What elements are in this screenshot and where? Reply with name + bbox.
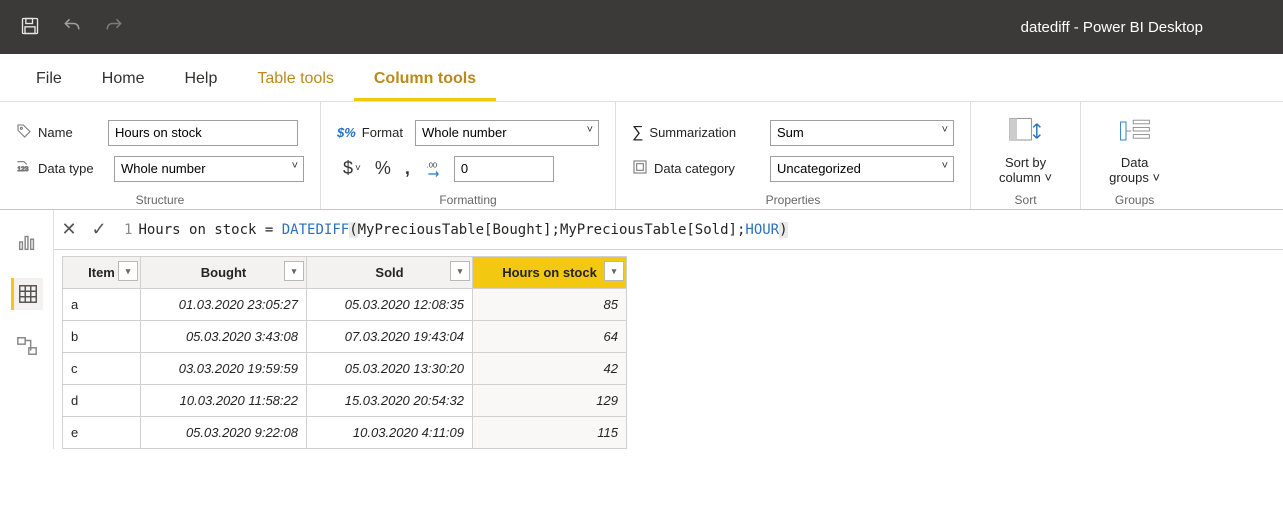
sort-icon: [1008, 116, 1044, 149]
ribbon-group-properties: ∑ Summarization Data category Properties: [616, 102, 971, 209]
header-sold[interactable]: Sold▾: [307, 257, 473, 289]
datacategory-label: Data category: [654, 161, 735, 176]
filter-icon[interactable]: ▾: [604, 261, 624, 281]
summarization-dropdown[interactable]: [770, 120, 954, 146]
percent-button[interactable]: %: [369, 158, 397, 179]
data-groups-button[interactable]: Data groups ˅: [1097, 112, 1172, 189]
editor-area: ✕ ✓ 1 Hours on stock = DATEDIFF(MyPrecio…: [0, 210, 1283, 449]
properties-group-label: Properties: [632, 189, 954, 207]
ribbon-group-groups: Data groups ˅ Groups: [1081, 102, 1188, 209]
format-label: Format: [362, 125, 403, 140]
view-rail: [0, 210, 54, 449]
tag-icon: [16, 123, 32, 142]
datatype-dropdown[interactable]: [114, 156, 304, 182]
main-area: ✕ ✓ 1 Hours on stock = DATEDIFF(MyPrecio…: [54, 210, 1283, 449]
menu-file[interactable]: File: [16, 70, 82, 101]
menu-help[interactable]: Help: [164, 70, 237, 101]
thousands-button[interactable]: ,: [399, 158, 416, 179]
table-row[interactable]: a01.03.2020 23:05:2705.03.2020 12:08:358…: [63, 289, 627, 321]
svg-text:123: 123: [17, 166, 28, 173]
datacategory-dropdown[interactable]: [770, 156, 954, 182]
format-icon: $%: [337, 125, 356, 140]
menu-home[interactable]: Home: [82, 70, 165, 101]
ribbon-group-structure: Name 123 Data type Structure: [0, 102, 321, 209]
format-dropdown[interactable]: [415, 120, 599, 146]
menu-table-tools[interactable]: Table tools: [237, 70, 354, 101]
data-view-button[interactable]: [11, 278, 43, 310]
formula-cancel-button[interactable]: ✕: [54, 219, 84, 240]
model-view-button[interactable]: [11, 330, 43, 362]
table-row[interactable]: d10.03.2020 11:58:2215.03.2020 20:54:321…: [63, 385, 627, 417]
window-title: datediff - Power BI Desktop: [1021, 19, 1203, 36]
datatype-icon: 123: [16, 159, 32, 178]
name-input[interactable]: [108, 120, 298, 146]
menubar: File Home Help Table tools Column tools: [0, 54, 1283, 102]
filter-icon[interactable]: ▾: [284, 261, 304, 281]
sort-by-column-label: Sort by column ˅: [999, 155, 1052, 185]
summarization-label: Summarization: [649, 125, 736, 140]
datacategory-icon: [632, 159, 648, 178]
save-icon[interactable]: [20, 16, 40, 39]
data-groups-label: Data groups ˅: [1109, 155, 1160, 185]
undo-icon[interactable]: [62, 16, 82, 39]
sigma-icon: ∑: [632, 124, 643, 142]
decimal-toggle-button[interactable]: .00: [418, 159, 452, 179]
table-header-row: Item▾ Bought▾ Sold▾ Hours on stock▾: [63, 257, 627, 289]
filter-icon[interactable]: ▾: [450, 261, 470, 281]
data-table: Item▾ Bought▾ Sold▾ Hours on stock▾ a01.…: [62, 256, 627, 449]
sort-group-label: Sort: [987, 189, 1064, 207]
titlebar: datediff - Power BI Desktop: [0, 0, 1283, 54]
formula-line-number: 1: [114, 222, 138, 238]
redo-icon[interactable]: [104, 16, 124, 39]
formula-commit-button[interactable]: ✓: [84, 219, 114, 240]
filter-icon[interactable]: ▾: [118, 261, 138, 281]
name-label: Name: [38, 125, 73, 140]
table-row[interactable]: c03.03.2020 19:59:5905.03.2020 13:30:204…: [63, 353, 627, 385]
currency-button[interactable]: $˅: [337, 158, 367, 179]
ribbon-group-formatting: $% Format $˅ % , .00 Formatting: [321, 102, 616, 209]
groups-icon: [1117, 116, 1153, 149]
svg-text:.00: .00: [427, 160, 437, 169]
formatting-group-label: Formatting: [337, 189, 599, 207]
decimal-places-input[interactable]: [454, 156, 554, 182]
formula-text[interactable]: Hours on stock = DATEDIFF(MyPreciousTabl…: [138, 222, 1283, 238]
report-view-button[interactable]: [11, 226, 43, 258]
structure-group-label: Structure: [16, 189, 304, 207]
header-hours[interactable]: Hours on stock▾: [473, 257, 627, 289]
menu-column-tools[interactable]: Column tools: [354, 70, 496, 101]
datatype-label: Data type: [38, 161, 94, 176]
table-row[interactable]: e05.03.2020 9:22:0810.03.2020 4:11:09115: [63, 417, 627, 449]
ribbon: Name 123 Data type Structure $% Format $˅ …: [0, 102, 1283, 210]
ribbon-group-sort: Sort by column ˅ Sort: [971, 102, 1081, 209]
header-item[interactable]: Item▾: [63, 257, 141, 289]
table-row[interactable]: b05.03.2020 3:43:0807.03.2020 19:43:0464: [63, 321, 627, 353]
header-bought[interactable]: Bought▾: [141, 257, 307, 289]
formula-bar: ✕ ✓ 1 Hours on stock = DATEDIFF(MyPrecio…: [54, 210, 1283, 250]
sort-by-column-button[interactable]: Sort by column ˅: [987, 112, 1064, 189]
groups-group-label: Groups: [1097, 189, 1172, 207]
